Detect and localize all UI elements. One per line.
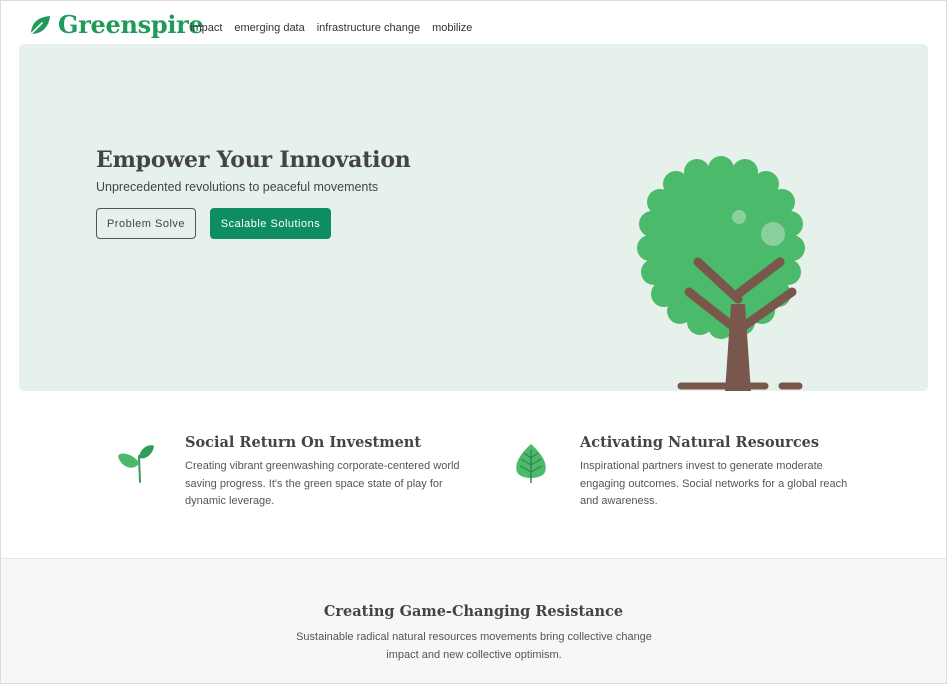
problem-solve-button[interactable]: Problem Solve	[96, 208, 196, 239]
leaf-logo-icon	[28, 13, 52, 37]
nav-item-infrastructure-change[interactable]: infrastructure change	[317, 22, 420, 34]
band-text: Sustainable radical natural resources mo…	[296, 631, 652, 661]
feature-title: Activating Natural Resources	[580, 434, 820, 451]
hero-section: Empower Your Innovation Unprecedented re…	[19, 44, 928, 391]
hero-title: Empower Your Innovation	[96, 147, 411, 173]
feature-title: Social Return On Investment	[185, 434, 422, 451]
band-title: Creating Game-Changing Resistance	[323, 603, 624, 620]
main-nav: impact emerging data infrastructure chan…	[190, 22, 472, 34]
sprout-icon	[116, 442, 156, 484]
brand-name: Greenspire	[58, 10, 204, 39]
nav-item-emerging-data[interactable]: emerging data	[234, 22, 304, 34]
site-header: Greenspire impact emerging data infrastr…	[0, 0, 947, 44]
leaf-icon	[512, 442, 552, 484]
feature-text: Creating vibrant greenwashing corporate-…	[185, 460, 460, 507]
hero-subtitle: Unprecedented revolutions to peaceful mo…	[96, 180, 379, 194]
nav-item-mobilize[interactable]: mobilize	[432, 22, 472, 34]
brand-logo[interactable]: Greenspire	[28, 10, 204, 39]
feature-text: Inspirational partners invest to generat…	[580, 460, 848, 507]
tree-icon	[614, 144, 829, 391]
scalable-solutions-button[interactable]: Scalable Solutions	[210, 208, 331, 239]
nav-item-impact[interactable]: impact	[190, 22, 222, 34]
bottom-band: Creating Game-Changing Resistance Sustai…	[1, 558, 946, 683]
